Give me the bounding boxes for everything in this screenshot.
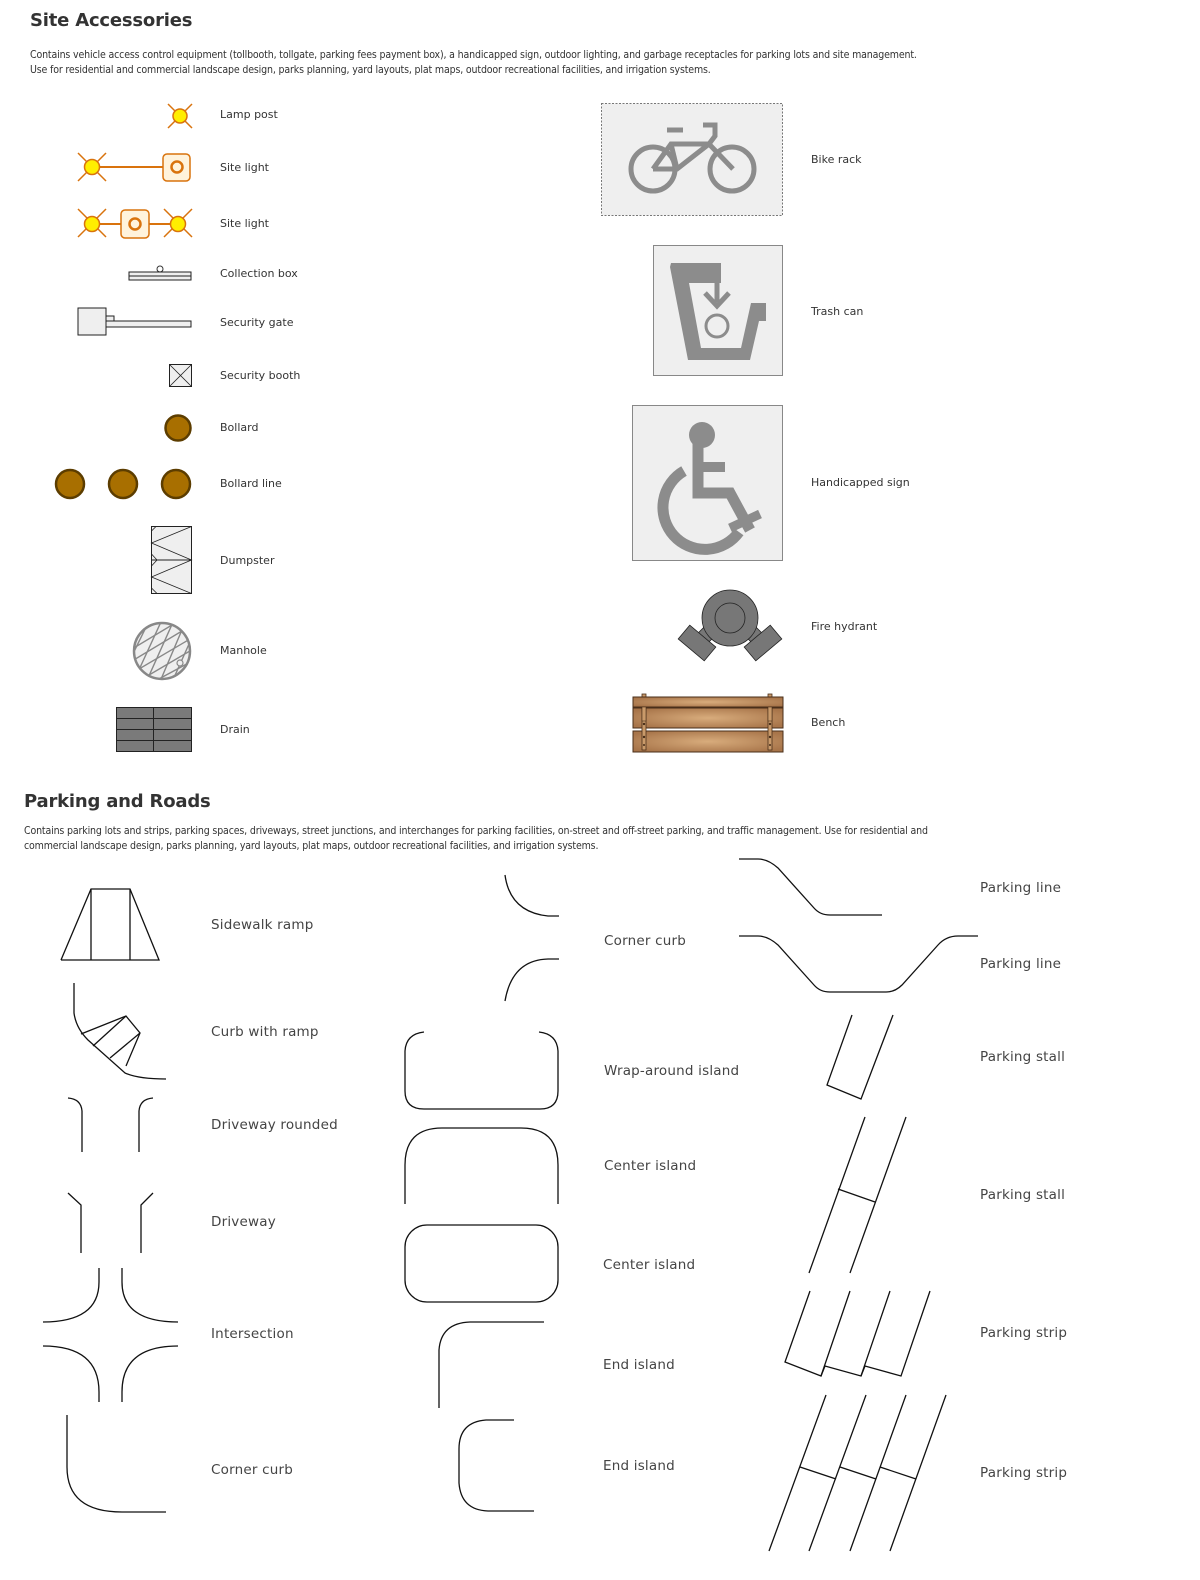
item-label: Manhole (220, 644, 267, 657)
item-label: Drain (220, 723, 250, 736)
item-label: Bench (811, 716, 846, 729)
item-label: Corner curb (211, 1462, 294, 1478)
corner-curb-pair-icon (504, 874, 559, 1002)
dumpster-icon (150, 526, 193, 594)
section-title-parking-and-roads: Parking and Roads (24, 791, 211, 812)
item-label: Center island (604, 1158, 697, 1174)
item-label: Parking stall (980, 1187, 1066, 1203)
intersection-icon (42, 1268, 179, 1402)
lamp-post-icon (167, 103, 193, 129)
parking-strip-short-icon (784, 1290, 931, 1377)
item-label: Fire hydrant (811, 620, 878, 633)
section-description-site-accessories: Contains vehicle access control equipmen… (30, 48, 1180, 78)
wrap-around-island-icon (404, 1031, 559, 1110)
description-line: commercial landscape design, parks plann… (24, 840, 599, 852)
end-island-short-icon (458, 1419, 534, 1512)
manhole-icon (132, 621, 192, 681)
item-label: Driveway rounded (211, 1117, 338, 1133)
item-label: Site light (220, 161, 269, 174)
center-island-open-icon (404, 1127, 559, 1204)
parking-line-double-icon (739, 935, 978, 993)
parking-stall-short-icon (826, 1014, 894, 1100)
item-label: End island (603, 1357, 675, 1373)
bike-rack-icon (601, 103, 783, 216)
security-gate-icon (77, 307, 192, 336)
security-booth-icon (169, 364, 192, 387)
item-label: Bike rack (811, 153, 862, 166)
collection-box-icon (128, 265, 192, 281)
item-label: Handicapped sign (811, 476, 910, 489)
item-label: Sidewalk ramp (211, 917, 314, 933)
item-label: Parking strip (980, 1465, 1068, 1481)
bench-icon (632, 693, 784, 753)
fire-hydrant-icon (677, 589, 783, 662)
item-label: End island (603, 1458, 675, 1474)
item-label: Parking line (980, 956, 1062, 972)
item-label: Parking stall (980, 1049, 1066, 1065)
description-line: Contains vehicle access control equipmen… (30, 49, 917, 61)
driveway-icon (67, 1192, 154, 1253)
item-label: Parking line (980, 880, 1062, 896)
item-label: Corner curb (604, 933, 687, 949)
item-label: Curb with ramp (211, 1024, 319, 1040)
item-label: Center island (603, 1257, 696, 1273)
item-label: Site light (220, 217, 269, 230)
item-label: Driveway (211, 1214, 276, 1230)
section-title-site-accessories: Site Accessories (30, 10, 193, 31)
site-light-double-icon (77, 208, 193, 239)
item-label: Parking strip (980, 1325, 1068, 1341)
trash-can-icon (653, 245, 783, 376)
section-description-parking-and-roads: Contains parking lots and strips, parkin… (24, 824, 1184, 854)
item-label: Security gate (220, 316, 294, 329)
sidewalk-ramp-icon (60, 888, 160, 961)
item-label: Lamp post (220, 108, 278, 121)
item-label: Collection box (220, 267, 298, 280)
item-label: Bollard (220, 421, 259, 434)
item-label: Trash can (811, 305, 864, 318)
item-label: Security booth (220, 369, 301, 382)
item-label: Wrap-around island (604, 1063, 740, 1079)
item-label: Intersection (211, 1326, 294, 1342)
drain-icon (116, 707, 192, 752)
end-island-long-icon (438, 1321, 544, 1408)
site-light-icon (77, 152, 191, 182)
item-label: Bollard line (220, 477, 282, 490)
bollard-line-icon (54, 468, 192, 500)
description-line: Use for residential and commercial lands… (30, 64, 711, 76)
center-island-closed-icon (404, 1224, 559, 1303)
parking-strip-long-icon (768, 1394, 947, 1552)
parking-stall-long-icon (808, 1116, 907, 1274)
corner-curb-icon (66, 1415, 166, 1513)
description-line: Contains parking lots and strips, parkin… (24, 825, 928, 837)
driveway-rounded-icon (67, 1097, 154, 1152)
parking-line-single-icon (739, 858, 882, 916)
item-label: Dumpster (220, 554, 275, 567)
bollard-icon (164, 414, 192, 442)
curb-with-ramp-icon (73, 983, 167, 1080)
wheelchair-icon (632, 405, 783, 561)
